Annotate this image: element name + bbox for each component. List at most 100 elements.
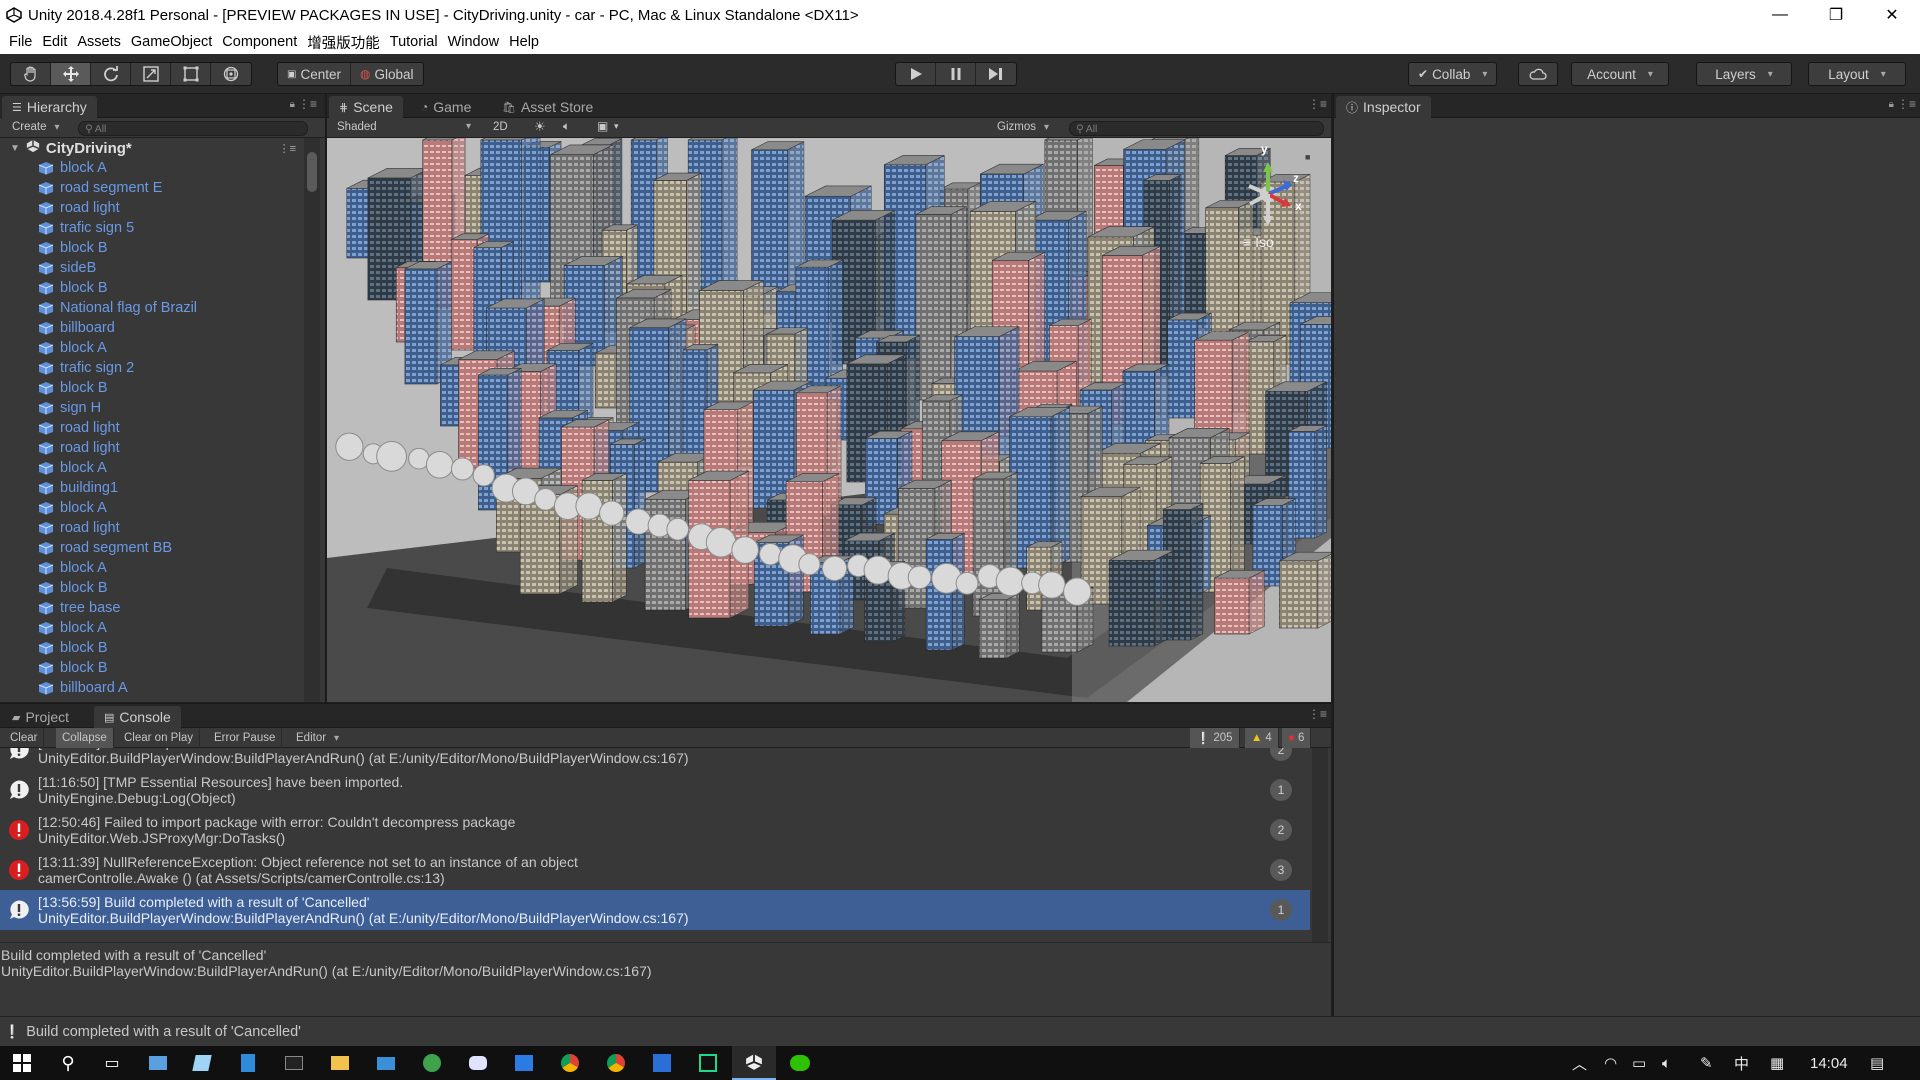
menu-tutorial[interactable]: Tutorial (385, 34, 443, 50)
effects-dropdown-icon[interactable]: ▾ (614, 121, 619, 132)
app-icon-ide[interactable] (136, 1046, 180, 1080)
hierarchy-item[interactable]: trafic sign 2 (0, 358, 302, 378)
layers-dropdown[interactable]: Layers (1696, 62, 1792, 86)
hierarchy-item[interactable]: block B (0, 658, 302, 678)
menu-file[interactable]: File (4, 34, 37, 50)
scene-viewport[interactable]: y z x ■ ≡ Iso (327, 138, 1331, 702)
clear-on-play-toggle[interactable]: Clear on Play (118, 728, 201, 748)
scene-root-row[interactable]: ▼ CityDriving* ⋮≡ (0, 138, 302, 158)
task-view-icon[interactable]: ▭ (90, 1046, 134, 1080)
shading-mode-dropdown[interactable]: Shaded (337, 121, 471, 133)
app-icon-word[interactable] (226, 1046, 270, 1080)
windows-start-icon[interactable] (0, 1046, 44, 1080)
cloud-button[interactable] (1518, 62, 1558, 86)
pause-button[interactable] (936, 63, 976, 85)
menu-enhanced-features[interactable]: 增强版功能 (302, 32, 385, 53)
hierarchy-item[interactable]: block A (0, 338, 302, 358)
scene-gizmo[interactable]: y z x ■ (1223, 142, 1313, 236)
mail-icon[interactable] (364, 1046, 408, 1080)
maximize-button[interactable]: ❐ (1808, 0, 1864, 30)
console-scrollbar[interactable] (1312, 748, 1328, 942)
search-icon[interactable]: ⚲ (46, 1046, 90, 1080)
chrome-profile-icon[interactable] (594, 1046, 638, 1080)
collapse-toggle[interactable]: Collapse (56, 728, 114, 748)
audio-toggle-icon[interactable]: 🔈︎ (563, 119, 570, 134)
scene-search-input[interactable]: ⚲ All (1069, 121, 1324, 136)
battery-icon[interactable]: ▭ (1632, 1046, 1646, 1080)
hierarchy-item[interactable]: road light (0, 438, 302, 458)
status-message[interactable]: Build completed with a result of 'Cancel… (26, 1024, 301, 1040)
menu-edit[interactable]: Edit (37, 34, 72, 50)
scene-menu-icon[interactable]: ⋮≡ (279, 142, 296, 155)
chrome-icon[interactable] (548, 1046, 592, 1080)
warning-filter-toggle[interactable]: ▲ 4 (1245, 728, 1279, 748)
hierarchy-item[interactable]: road light (0, 418, 302, 438)
lock-icon[interactable]: 🔒︎ (1889, 99, 1894, 110)
ime-indicator[interactable]: 中 (1734, 1046, 1749, 1080)
hierarchy-item[interactable]: block B (0, 578, 302, 598)
keyboard-icon[interactable]: ▦ (1770, 1046, 1784, 1080)
hierarchy-item[interactable]: block A (0, 458, 302, 478)
hierarchy-search-input[interactable]: ⚲ All (78, 121, 308, 136)
discord-icon[interactable] (456, 1046, 500, 1080)
wifi-icon[interactable]: ◠ (1604, 1046, 1617, 1080)
menu-component[interactable]: Component (217, 34, 302, 50)
rotate-tool-icon[interactable] (91, 63, 131, 85)
hand-tool-icon[interactable] (11, 63, 51, 85)
unity-taskbar-icon[interactable] (732, 1046, 776, 1080)
app-icon-w[interactable] (640, 1046, 684, 1080)
hierarchy-item[interactable]: trafic sign 5 (0, 218, 302, 238)
hierarchy-item[interactable]: block A (0, 498, 302, 518)
lock-icon[interactable]: 🔒︎ (290, 99, 295, 110)
create-dropdown[interactable]: Create (12, 121, 60, 133)
projection-toggle[interactable]: ≡ Iso (1243, 234, 1274, 250)
hierarchy-item[interactable]: block B (0, 278, 302, 298)
hierarchy-item[interactable]: block B (0, 238, 302, 258)
console-entry[interactable]: [13:56:59] Build completed with a result… (0, 890, 1310, 930)
panel-menu-icon[interactable]: ⋮≡ (298, 97, 317, 111)
panel-menu-icon[interactable]: ⋮≡ (1308, 97, 1327, 111)
lighting-toggle-icon[interactable]: ☀ (534, 119, 546, 135)
menu-gameobject[interactable]: GameObject (126, 34, 217, 50)
pivot-center-toggle[interactable]: ▣ Center (278, 63, 351, 85)
play-button[interactable] (896, 63, 936, 85)
notification-icon[interactable]: ▤ (1870, 1046, 1884, 1080)
hierarchy-item[interactable]: road segment BB (0, 538, 302, 558)
app-icon-green[interactable] (410, 1046, 454, 1080)
console-entry[interactable]: [11:16:50] [TMP Essential Resources] hav… (0, 770, 1310, 810)
volume-icon[interactable]: 🔈︎ (1662, 1046, 1671, 1080)
2d-toggle[interactable]: 2D (493, 121, 508, 133)
hierarchy-item[interactable]: National flag of Brazil (0, 298, 302, 318)
step-button[interactable] (976, 63, 1016, 85)
rect-tool-icon[interactable] (171, 63, 211, 85)
hierarchy-item[interactable]: road segment E (0, 178, 302, 198)
file-explorer-icon[interactable] (318, 1046, 362, 1080)
hierarchy-item[interactable]: block B (0, 638, 302, 658)
error-filter-toggle[interactable]: ● 6 (1282, 728, 1312, 748)
photos-icon[interactable] (502, 1046, 546, 1080)
error-pause-toggle[interactable]: Error Pause (208, 728, 283, 748)
hierarchy-item[interactable]: block A (0, 618, 302, 638)
tab-inspector[interactable]: ⓘ Inspector (1336, 96, 1431, 118)
layout-dropdown[interactable]: Layout (1808, 62, 1906, 86)
clear-button[interactable]: Clear (4, 728, 45, 748)
menu-window[interactable]: Window (443, 34, 505, 50)
hierarchy-scrollbar[interactable] (304, 138, 320, 702)
hierarchy-item[interactable]: billboard (0, 318, 302, 338)
hierarchy-item[interactable]: block A (0, 558, 302, 578)
gizmos-dropdown[interactable]: Gizmos (997, 121, 1049, 133)
close-button[interactable]: ✕ (1864, 0, 1920, 30)
tab-hierarchy[interactable]: ☰ Hierarchy (2, 96, 97, 118)
console-entry[interactable]: [12:50:46] Failed to import package with… (0, 810, 1310, 850)
account-dropdown[interactable]: Account (1571, 62, 1669, 86)
console-entry[interactable]: [13:11:39] NullReferenceException: Objec… (0, 850, 1310, 890)
space-global-toggle[interactable]: ◍ Global (351, 63, 423, 85)
hierarchy-item[interactable]: billboard A (0, 678, 302, 698)
transform-tool-icon[interactable] (211, 63, 251, 85)
tab-console[interactable]: ▤ Console (94, 706, 181, 728)
info-filter-toggle[interactable]: ❕ 205 (1190, 728, 1240, 748)
clock[interactable]: 14:04 (1810, 1046, 1848, 1080)
editor-dropdown[interactable]: Editor (290, 728, 345, 748)
panel-menu-icon[interactable]: ⋮≡ (1897, 97, 1916, 111)
minimize-button[interactable]: — (1752, 0, 1808, 30)
